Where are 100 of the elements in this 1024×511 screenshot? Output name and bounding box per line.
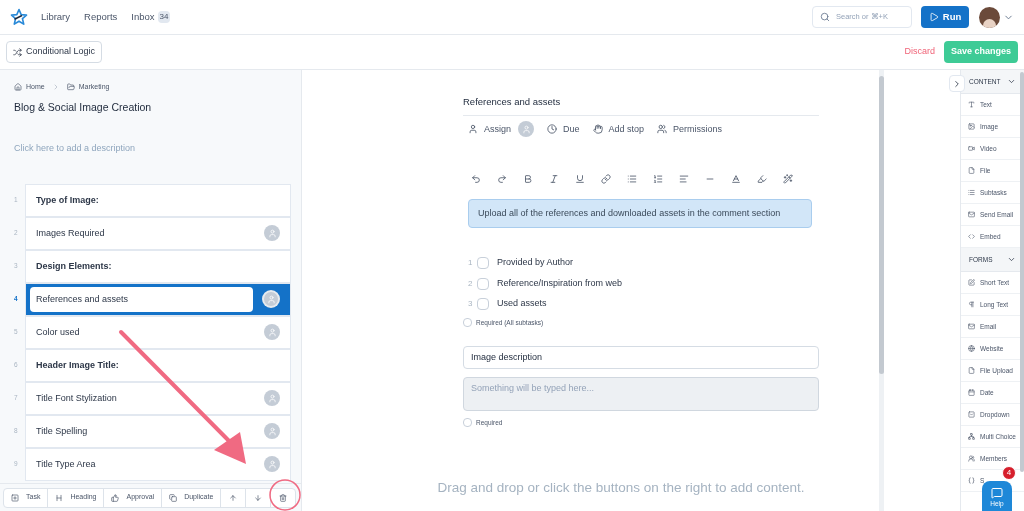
bold-icon[interactable] [523, 174, 533, 185]
numbered-list-icon[interactable] [653, 174, 663, 185]
user-icon [468, 124, 478, 135]
thumbs-up-icon [111, 493, 120, 502]
avatar-icon [262, 290, 280, 309]
step-label: Design Elements: [36, 259, 113, 273]
step-label: Title Type Area [36, 457, 97, 471]
checkbox[interactable] [463, 417, 472, 427]
text-color-icon[interactable] [731, 174, 741, 185]
collapse-button[interactable] [949, 75, 965, 92]
step-row[interactable]: Title Type Area [25, 447, 291, 481]
subtask-number: 3 [468, 298, 474, 310]
hand-icon [592, 124, 603, 135]
checkbox[interactable] [477, 298, 489, 310]
nav-link[interactable]: Inbox 34 [131, 9, 171, 25]
step-label: Type of Image: [36, 193, 100, 207]
arrow-up-icon [229, 493, 238, 502]
step-label: Color used [36, 325, 81, 339]
edit-icon [968, 279, 975, 286]
step-label: Title Font Stylization [36, 391, 118, 405]
checklist-title: Blog & Social Image Creation [14, 99, 153, 115]
step-label: Title Spelling [36, 424, 89, 438]
step-label: Images Required [36, 226, 106, 240]
avatar-icon [518, 121, 534, 138]
dropdown-icon [968, 411, 975, 418]
conditional-logic-button[interactable]: Conditional Logic [6, 41, 103, 63]
nav-link[interactable]: Library [41, 9, 71, 25]
answer-field[interactable]: Something will be typed here... [463, 376, 819, 411]
step-label: Header Image Title: [36, 358, 120, 372]
people-icon [968, 455, 975, 462]
subtask-label: Used assets [497, 297, 547, 311]
chevron-right-icon [952, 78, 962, 89]
subtask-label: Reference/Inspiration from web [497, 276, 623, 290]
chevron-down-icon [1007, 255, 1016, 264]
avatar-icon [264, 225, 280, 242]
count-badge: 34 [157, 11, 171, 23]
braces-icon [968, 477, 975, 484]
step-label: References and assets [30, 286, 253, 312]
step-row[interactable]: Title Spelling [25, 414, 291, 448]
search-icon [820, 12, 830, 22]
trash-icon [279, 493, 288, 502]
globe-icon [968, 345, 975, 352]
chat-icon [991, 487, 1003, 500]
file-icon [968, 367, 975, 374]
nav-link[interactable]: Reports [84, 9, 118, 25]
subtask-label: Provided by Author [497, 256, 574, 270]
network-icon [968, 433, 975, 440]
meta-button[interactable]: Assign [468, 122, 511, 136]
avatar-icon [264, 456, 280, 473]
image-icon [968, 123, 975, 130]
avatar-icon [264, 423, 280, 440]
heading-icon [55, 493, 64, 502]
underline-icon[interactable] [575, 174, 585, 185]
plus-square-icon [11, 493, 19, 502]
checkbox[interactable] [463, 318, 472, 328]
step-row[interactable]: Color used [25, 315, 291, 349]
subtask-number: 2 [468, 277, 474, 290]
highlighter-icon[interactable] [757, 174, 767, 185]
avatar-icon [264, 324, 280, 341]
play-icon [928, 12, 939, 22]
step-row[interactable]: Type of Image: [25, 183, 291, 217]
calendar-icon [968, 389, 975, 396]
home-icon [14, 83, 22, 92]
envelope-icon [968, 323, 975, 330]
copy-icon [169, 493, 178, 502]
align-icon[interactable] [679, 174, 689, 185]
redo-icon[interactable] [497, 174, 507, 185]
bullet-list-icon[interactable] [627, 174, 637, 185]
step-row[interactable]: Header Image Title: [25, 348, 291, 382]
envelope-icon [968, 211, 975, 218]
undo-icon[interactable] [471, 174, 481, 185]
list-icon [968, 189, 975, 196]
subtask-number: 1 [468, 257, 474, 269]
step-row[interactable]: Title Font Stylization [25, 381, 291, 415]
folder-icon [66, 83, 75, 92]
drop-hint: Drag and drop or click the buttons on the right to add content. [436, 478, 806, 497]
users-icon [657, 124, 668, 135]
link-icon[interactable] [601, 174, 611, 185]
step-title: References and assets [463, 95, 819, 117]
star-logo-icon [10, 8, 28, 26]
meta-button[interactable]: Due [547, 122, 580, 136]
step-row[interactable]: Images Required [25, 216, 291, 250]
shuffle-icon [13, 47, 22, 57]
text-icon [968, 101, 975, 108]
paragraph-icon [968, 301, 975, 308]
code-icon [968, 233, 975, 240]
avatar-icon [264, 390, 280, 407]
run-button[interactable]: Run [921, 6, 969, 28]
avatar[interactable] [979, 6, 1000, 28]
italic-icon[interactable] [549, 174, 559, 185]
checkbox[interactable] [477, 257, 489, 269]
step-row[interactable]: Design Elements: [25, 249, 291, 283]
video-icon [968, 145, 975, 152]
file-icon [968, 167, 975, 174]
checkbox[interactable] [477, 277, 489, 290]
magic-wand-icon[interactable] [783, 174, 793, 185]
meta-button[interactable]: Add stop [592, 122, 645, 136]
meta-button[interactable]: Permissions [657, 122, 723, 136]
question-field[interactable]: Image description [463, 345, 819, 369]
step-row[interactable]: References and assets [25, 282, 291, 316]
